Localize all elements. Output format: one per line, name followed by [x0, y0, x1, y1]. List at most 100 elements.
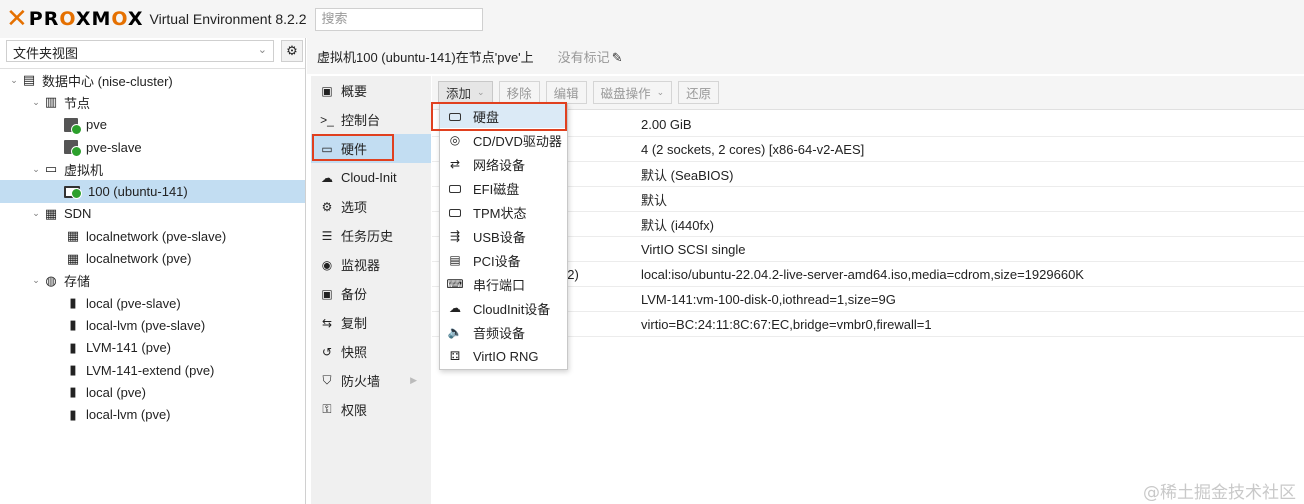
list-icon: ☰ [321, 228, 333, 243]
add-menu-item[interactable]: EFI磁盘 [440, 176, 567, 200]
tree-node[interactable]: ⌄ ▦ SDN [0, 203, 305, 225]
menu-item-label: 复制 [341, 316, 368, 331]
tree-node[interactable]: ▮ LVM-141 (pve) [0, 337, 305, 359]
add-menu-item-label: VirtIO RNG [473, 348, 539, 364]
shield-icon: ⛉ [322, 373, 332, 387]
add-menu-item[interactable]: 🔈 音频设备 [440, 320, 567, 344]
chevron-down-icon[interactable]: ⌄ [30, 208, 42, 219]
product-version: Virtual Environment 8.2.2 [149, 11, 307, 27]
menu-item[interactable]: ▣ 备份 [311, 279, 431, 308]
highlight-box-hard-disk [431, 102, 567, 131]
menu-item[interactable]: ▣ 概要 [311, 76, 431, 105]
menu-item[interactable]: ⚿ 权限 [311, 395, 431, 424]
tree-node[interactable]: ▦ localnetwork (pve) [0, 247, 305, 269]
tree-settings-button[interactable]: ⚙ [281, 40, 303, 62]
chevron-down-icon[interactable]: ⌄ [30, 275, 42, 286]
remove-button[interactable]: 移除 [498, 81, 540, 104]
menu-item-label: 权限 [341, 403, 368, 418]
add-menu-item[interactable]: ☁ CloudInit设备 [440, 296, 567, 320]
keyboard-icon: ⌨ [446, 277, 464, 291]
add-menu-item[interactable]: ▤ PCI设备 [440, 248, 567, 272]
storage-icon: ▮ [69, 295, 77, 311]
book-icon: ▣ [321, 83, 333, 98]
tree-node-label: SDN [64, 206, 92, 222]
menu-item[interactable]: ↺ 快照 [311, 337, 431, 366]
chevron-down-icon: ⌄ [257, 43, 267, 56]
add-menu-item[interactable]: ⚃ VirtIO RNG [440, 344, 567, 368]
tree-node[interactable]: ▮ local-lvm (pve) [0, 403, 305, 425]
tags-area[interactable]: 没有标记 ✎ [558, 47, 623, 66]
tree-node-label: local-lvm (pve-slave) [86, 317, 206, 333]
menu-item[interactable]: ☁ Cloud-Init [311, 163, 431, 192]
add-menu-item[interactable]: ⇶ USB设备 [440, 224, 567, 248]
menu-item[interactable]: ◉ 监视器 [311, 250, 431, 279]
menu-item[interactable]: ☰ 任务历史 [311, 221, 431, 250]
menu-item-label: 快照 [341, 345, 368, 360]
edit-button[interactable]: 编辑 [545, 81, 587, 104]
tree-node-label: pve [86, 117, 107, 133]
tree-node[interactable]: pve-slave [0, 136, 305, 158]
pencil-icon[interactable]: ✎ [612, 50, 623, 65]
cloud-icon: ☁ [321, 170, 333, 185]
add-menu-item[interactable]: TPM状态 [440, 200, 567, 224]
disk-action-button[interactable]: 磁盘操作 ⌄ [592, 81, 673, 104]
search-input[interactable] [314, 7, 483, 31]
tree-node[interactable]: pve [0, 114, 305, 136]
menu-item[interactable]: ⇆ 复制 [311, 308, 431, 337]
database-icon: ◍ [45, 272, 57, 288]
storage-icon: ▮ [69, 406, 77, 422]
gear-icon: ⚙ [286, 43, 298, 58]
tree-node-label: localnetwork (pve) [86, 251, 192, 267]
history-icon: ↺ [321, 344, 333, 359]
add-menu-item[interactable]: ⌨ 串行端口 [440, 272, 567, 296]
add-hardware-menu: 硬盘 ◎ CD/DVD驱动器 ⇄ 网络设备 EFI磁盘 TPM状态 ⇶ USB设备 ▤ PCI设备 ⌨… [439, 103, 568, 370]
tree-node[interactable]: ⌄ ▤ 数据中心 (nise-cluster) [0, 69, 305, 91]
tree-node[interactable]: ▦ localnetwork (pve-slave) [0, 225, 305, 247]
tree-node-label: local-lvm (pve) [86, 407, 171, 423]
hardware-value: 默认 (i440fx) [641, 217, 714, 233]
pci-card-icon: ▤ [449, 253, 461, 267]
chevron-down-icon[interactable]: ⌄ [30, 97, 42, 108]
chevron-down-icon: ⌄ [656, 87, 665, 97]
add-menu-item-label: 串行端口 [473, 277, 526, 293]
tree-node[interactable]: ▮ local (pve-slave) [0, 292, 305, 314]
resource-tree: ⌄ ▤ 数据中心 (nise-cluster) ⌄ ▥ 节点 pve pve-slave ⌄ ▭ 虚… [0, 68, 305, 426]
tree-node-label: LVM-141-extend (pve) [86, 362, 215, 378]
tree-node[interactable]: ⌄ ▥ 节点 [0, 91, 305, 113]
terminal-icon: >_ [320, 112, 334, 127]
add-menu-item-label: CloudInit设备 [473, 301, 551, 317]
menu-item-label: 概要 [341, 84, 368, 99]
tree-node-label: 存储 [64, 274, 91, 290]
tree-node-label: local (pve) [86, 384, 146, 400]
menu-item-label: 防火墙 [341, 374, 381, 389]
add-menu-item-label: PCI设备 [473, 253, 521, 269]
tree-node[interactable]: ⌄ ◍ 存储 [0, 270, 305, 292]
add-menu-item-label: 网络设备 [473, 157, 526, 173]
chevron-down-icon: ⌄ [477, 87, 485, 97]
menu-item[interactable]: ⚙ 选项 [311, 192, 431, 221]
add-menu-item[interactable]: ◎ CD/DVD驱动器 [440, 128, 567, 152]
view-selector[interactable]: 文件夹视图 ⌄ [6, 40, 274, 62]
menu-item[interactable]: >_ 控制台 [311, 105, 431, 134]
tree-node-label: 数据中心 (nise-cluster) [42, 73, 173, 89]
tree-node[interactable]: ▮ local-lvm (pve-slave) [0, 314, 305, 336]
add-button[interactable]: 添加 ⌄ [438, 81, 493, 104]
tree-node[interactable]: ⌄ ▭ 虚拟机 [0, 158, 305, 180]
hardware-value: 2.00 GiB [641, 116, 692, 132]
chevron-down-icon[interactable]: ⌄ [30, 164, 42, 175]
vm-title: 虚拟机100 (ubuntu-141)在节点'pve'上 [317, 49, 534, 65]
add-menu-item-label: USB设备 [473, 229, 526, 245]
menu-item[interactable]: ⛉ 防火墙 ▶ [311, 366, 431, 395]
menu-item-label: 选项 [341, 200, 368, 215]
proxmox-logo[interactable]: ✕ PROXMOX [6, 6, 144, 32]
add-menu-item[interactable]: ⇄ 网络设备 [440, 152, 567, 176]
add-menu-item-label: TPM状态 [473, 205, 527, 221]
gear-icon: ⚙ [321, 199, 333, 214]
tree-node[interactable]: ▮ local (pve) [0, 381, 305, 403]
remove-button-label: 移除 [506, 87, 532, 101]
tree-node[interactable]: ▮ LVM-141-extend (pve) [0, 359, 305, 381]
tree-node[interactable]: 100 (ubuntu-141) [0, 180, 305, 203]
revert-button[interactable]: 还原 [678, 81, 720, 104]
chevron-down-icon[interactable]: ⌄ [8, 75, 20, 86]
tree-node-label: pve-slave [86, 139, 142, 155]
